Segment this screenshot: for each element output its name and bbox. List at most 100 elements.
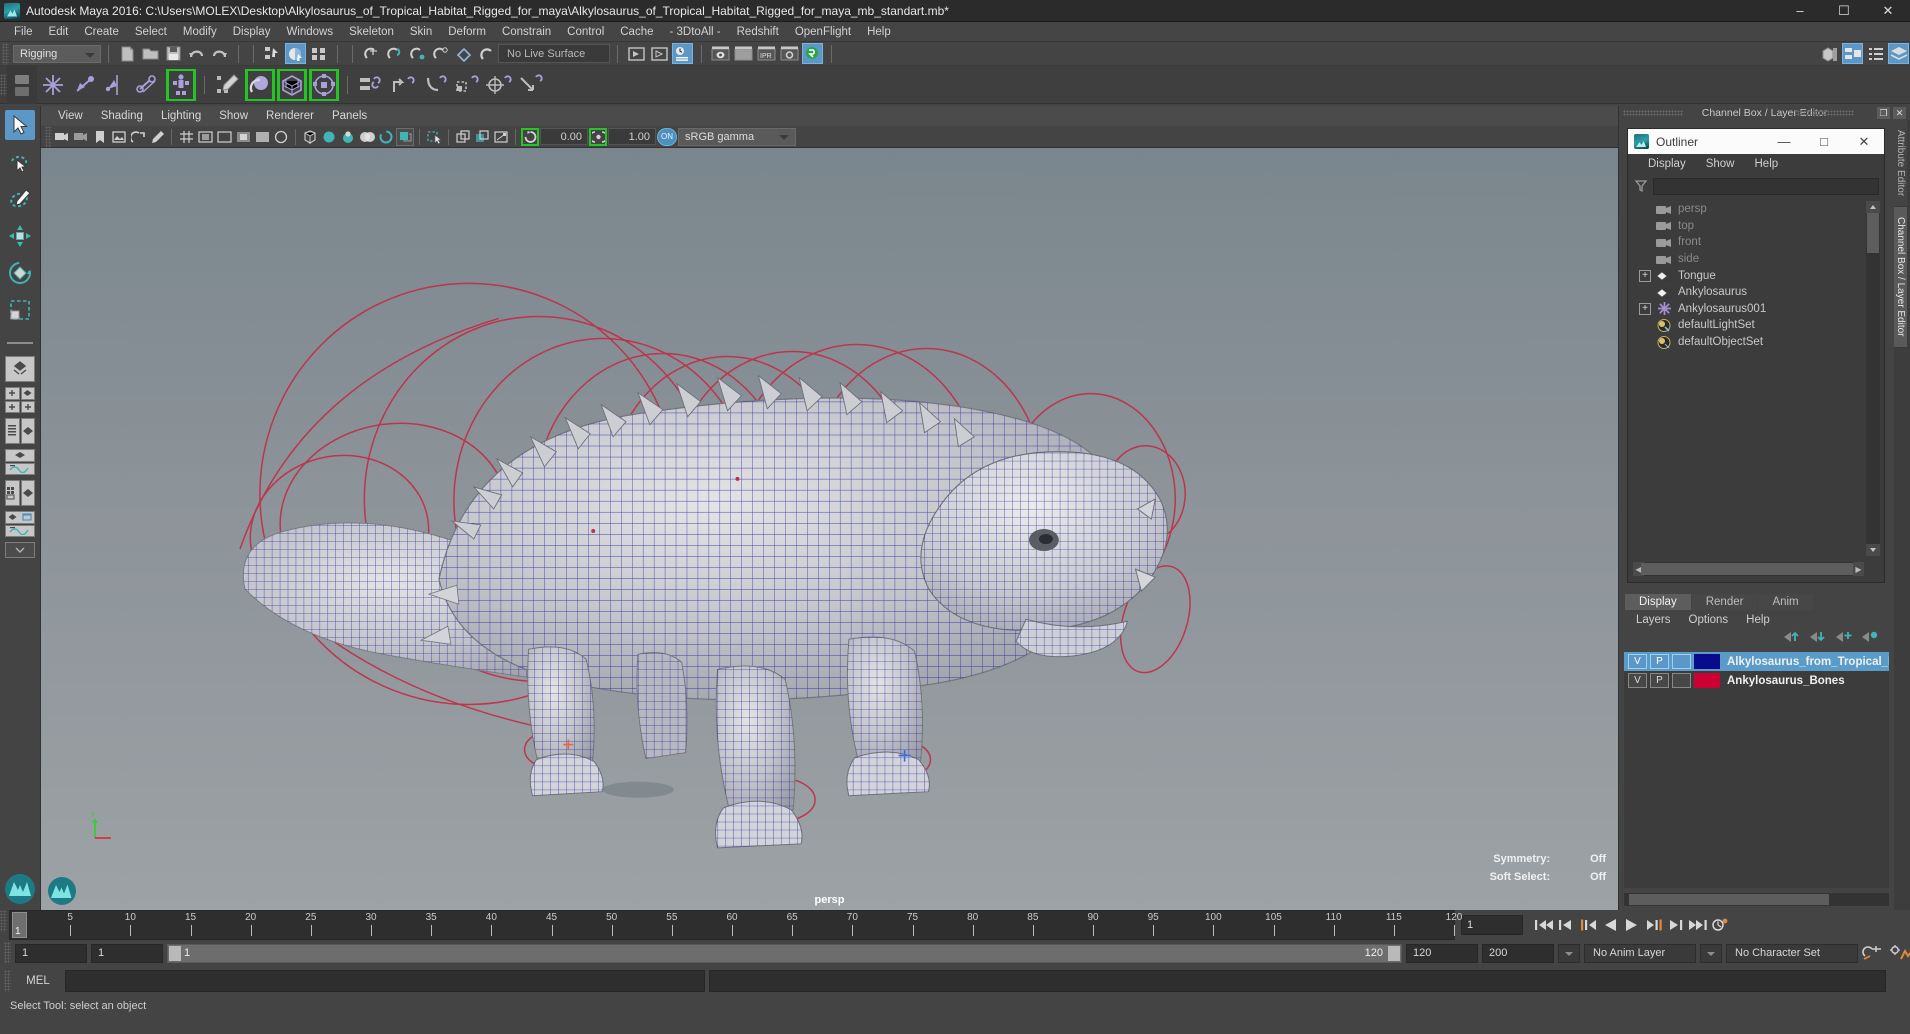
menu-item-file[interactable]: File [6, 22, 41, 42]
tab-anim[interactable]: Anim [1758, 594, 1813, 610]
snap-to-grid-icon[interactable] [361, 43, 382, 64]
layer-menu-layers[interactable]: Layers [1627, 614, 1680, 626]
layer-list[interactable]: V P Alkylosaurus_from_Tropical_Hab V P A… [1624, 652, 1889, 888]
shaded-with-textures-icon[interactable] [358, 128, 376, 146]
redshift-render-icon[interactable] [802, 43, 823, 64]
layout-quad-br[interactable] [20, 400, 35, 413]
layout-outliner-persp-button[interactable] [5, 418, 35, 444]
create-layer-from-selected-icon[interactable] [1861, 630, 1878, 648]
viewport-menu-show[interactable]: Show [210, 110, 257, 122]
make-live-icon[interactable] [476, 43, 497, 64]
image-plane-icon[interactable] [110, 128, 128, 146]
layer-playback-toggle[interactable]: P [1650, 673, 1669, 688]
layout-persp-pane-2[interactable] [20, 480, 35, 506]
viewport-menu-renderer[interactable]: Renderer [257, 110, 323, 122]
layer-menu-help[interactable]: Help [1737, 614, 1779, 626]
menu-item-display[interactable]: Display [225, 22, 279, 42]
lasso-select-tool[interactable] [5, 147, 35, 177]
vertical-tab-attribute-editor[interactable]: Attribute Editor [1894, 120, 1907, 208]
current-time-indicator[interactable]: 1 [12, 912, 27, 938]
exposure-toggle-icon[interactable] [272, 128, 290, 146]
ipr-render-icon[interactable] [672, 43, 693, 64]
film-gate-display-icon[interactable] [253, 128, 271, 146]
menu-item-redshift[interactable]: Redshift [729, 22, 787, 42]
move-tool[interactable] [5, 221, 35, 251]
new-scene-icon[interactable] [117, 43, 138, 64]
layout-top-row[interactable] [5, 511, 35, 524]
wireframe-shading-icon[interactable] [301, 128, 319, 146]
time-slider[interactable]: 1 5 10 15 20 25 30 35 40 45 50 55 60 65 70 75 80 85 90 95 1… [9, 910, 1462, 940]
use-all-lights-icon[interactable] [377, 128, 395, 146]
tab-render[interactable]: Render [1691, 594, 1758, 610]
gamma-toggle-icon[interactable] [589, 127, 607, 146]
layer-visibility-toggle[interactable]: V [1628, 654, 1647, 669]
expand-toggle-icon[interactable]: + [1639, 302, 1651, 315]
layout-persp-small[interactable] [6, 513, 20, 521]
layout-four-view-button[interactable] [5, 387, 35, 413]
panel-grip-right[interactable] [1794, 110, 1854, 116]
panel-restore-button[interactable]: ❐ [1877, 107, 1890, 119]
scrollbar-thumb[interactable] [1867, 213, 1879, 253]
shadows-toggle-icon[interactable] [396, 127, 414, 146]
create-joint-icon[interactable] [38, 69, 68, 101]
outliner-list[interactable]: persp top front side + Tongue Ankylosaur… [1633, 201, 1864, 556]
layout-graph-row[interactable] [5, 524, 35, 537]
ipr-settings-icon[interactable]: IPR [756, 43, 777, 64]
menu-item-cache[interactable]: Cache [612, 22, 661, 42]
undo-icon[interactable] [186, 43, 207, 64]
menu-item-windows[interactable]: Windows [278, 22, 341, 42]
two-dimensional-pan-zoom-icon[interactable] [129, 128, 147, 146]
step-back-keyframe-button[interactable] [1555, 913, 1577, 937]
create-empty-layer-icon[interactable] [1835, 630, 1852, 648]
outliner-item-front[interactable]: front [1633, 234, 1864, 251]
outliner-minimize-button[interactable]: — [1764, 129, 1804, 154]
step-back-frame-button[interactable] [1577, 913, 1599, 937]
layer-display-type-toggle[interactable] [1672, 673, 1691, 688]
select-by-hierarchy-icon[interactable] [262, 43, 283, 64]
toolbar-grip[interactable] [2, 42, 9, 65]
range-handle-right[interactable] [1388, 945, 1400, 961]
resolution-gate-icon[interactable] [215, 128, 233, 146]
view-transform-toggle-icon[interactable] [521, 127, 539, 146]
playback-end-field[interactable]: 200 [1482, 943, 1554, 963]
gate-mask-icon[interactable] [234, 128, 252, 146]
menu-item-skeleton[interactable]: Skeleton [341, 22, 402, 42]
step-forward-frame-button[interactable] [1643, 913, 1665, 937]
maya-home-icon[interactable] [3, 872, 37, 906]
viewport-snapshot-icon[interactable] [492, 128, 510, 146]
bind-skin-icon[interactable] [166, 68, 196, 101]
snap-to-view-plane-icon[interactable] [453, 43, 474, 64]
bookmark-icon[interactable] [91, 128, 109, 146]
animation-end-field[interactable]: 120 [1406, 943, 1478, 963]
menu-item-help[interactable]: Help [859, 22, 899, 42]
layout-quad-bl[interactable] [5, 400, 20, 413]
outliner-item-defaultlightset[interactable]: defaultLightSet [1633, 317, 1864, 334]
layout-hypershade-pane[interactable] [5, 480, 20, 506]
smooth-bind-icon[interactable] [245, 68, 275, 101]
range-options-button[interactable] [1558, 943, 1580, 963]
lattice-deformer-icon[interactable] [277, 68, 307, 101]
step-forward-keyframe-button[interactable] [1665, 913, 1687, 937]
layout-persp-pane[interactable] [20, 418, 35, 444]
menu-item-select[interactable]: Select [127, 22, 175, 42]
save-scene-icon[interactable] [163, 43, 184, 64]
command-line-grip[interactable] [4, 970, 11, 992]
menu-item-3dtoall[interactable]: - 3DtoAll - [662, 22, 729, 42]
viewport-menu-view[interactable]: View [49, 110, 92, 122]
layout-persp-top[interactable] [5, 449, 35, 462]
scroll-right-arrow-icon[interactable]: ▶ [1853, 562, 1864, 576]
menu-item-skin[interactable]: Skin [402, 22, 440, 42]
paint-select-tool[interactable] [5, 184, 35, 214]
scroll-down-arrow-icon[interactable] [1866, 544, 1880, 556]
layout-outliner-small[interactable] [21, 513, 35, 521]
scale-constraint-icon[interactable] [452, 69, 482, 101]
auto-keyframe-toggle-icon[interactable] [1862, 941, 1884, 965]
rotate-tool[interactable] [5, 258, 35, 288]
layout-outliner-pane[interactable] [5, 418, 20, 444]
outliner-item-ankylosaurus001[interactable]: + Ankylosaurus001 [1633, 301, 1864, 318]
play-backwards-button[interactable] [1599, 913, 1621, 937]
layout-quad-tr[interactable] [20, 387, 35, 400]
menu-item-control[interactable]: Control [559, 22, 612, 42]
viewport-menu-lighting[interactable]: Lighting [152, 110, 210, 122]
outliner-menu-display[interactable]: Display [1638, 158, 1696, 170]
